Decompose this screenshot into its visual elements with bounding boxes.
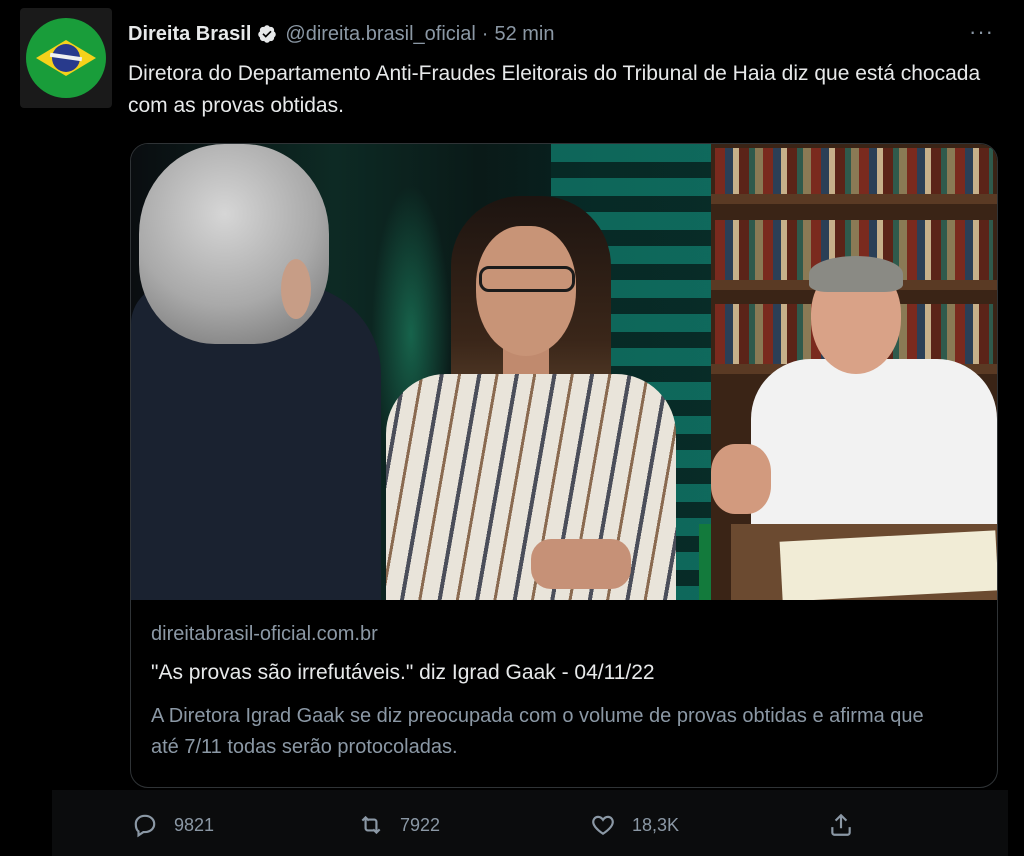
reply-icon: [134, 814, 156, 838]
retweet-icon: [361, 815, 381, 835]
like-count: 18,3K: [632, 814, 680, 835]
tweet-text: Diretora do Departamento Anti-Fraudes El…: [128, 62, 981, 117]
share-button[interactable]: [828, 812, 870, 838]
tweet-header: Direita Brasil @direita.brasil_oficial ·…: [128, 20, 554, 48]
heart-icon: [592, 815, 614, 835]
avatar[interactable]: [20, 8, 112, 108]
card-description: A Diretora Igrad Gaak se diz preocupada …: [151, 705, 924, 758]
retweet-button[interactable]: 7922: [358, 812, 440, 838]
action-bar: 9821 7922 18,3K: [52, 790, 1008, 856]
tweet: Direita Brasil @direita.brasil_oficial ·…: [0, 0, 1024, 856]
author-name[interactable]: Direita Brasil: [128, 23, 251, 46]
card-domain: direitabrasil-oficial.com.br: [151, 623, 378, 645]
share-icon: [831, 813, 851, 836]
bookshelf-scene: [711, 144, 997, 600]
retweet-count: 7922: [400, 814, 441, 835]
card-title: "As provas são irrefutáveis." diz Igrad …: [151, 661, 655, 684]
verified-badge-icon: [258, 25, 277, 43]
link-card[interactable]: direitabrasil-oficial.com.br "As provas …: [130, 143, 998, 788]
reply-count: 9821: [174, 814, 215, 835]
card-image[interactable]: [131, 144, 997, 600]
more-options-icon[interactable]: ···: [969, 21, 994, 43]
interview-scene: [131, 144, 711, 600]
separator-dot: ·: [481, 22, 489, 45]
tweet-timestamp[interactable]: 52 min: [494, 23, 554, 46]
like-button[interactable]: 18,3K: [590, 812, 679, 838]
author-handle[interactable]: @direita.brasil_oficial: [285, 23, 475, 46]
brazil-flag-avatar-image: [26, 18, 106, 98]
reply-button[interactable]: 9821: [132, 812, 214, 838]
